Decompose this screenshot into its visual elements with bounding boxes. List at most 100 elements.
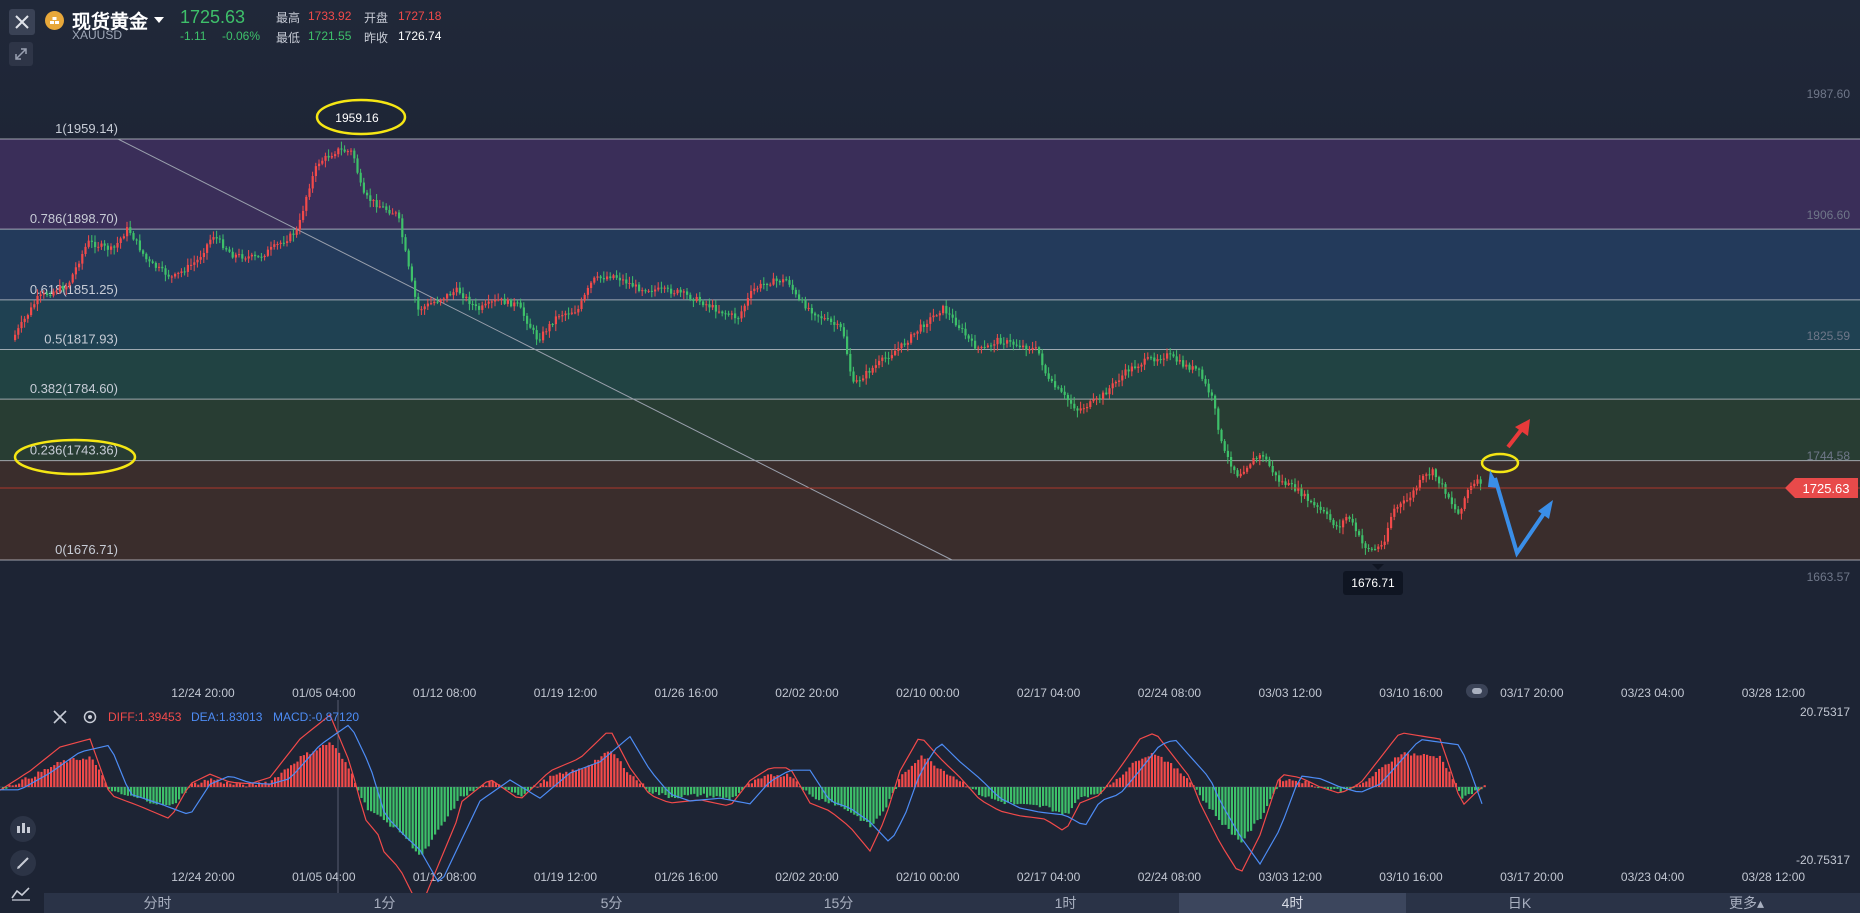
candle-body (1079, 408, 1082, 411)
period-tab[interactable]: 5分 (498, 893, 725, 913)
candle-body (554, 316, 557, 325)
draw-tool-button[interactable] (10, 850, 36, 876)
collapse-button[interactable] (9, 42, 33, 66)
candle-body (1284, 481, 1287, 485)
high-marker-label: 1959.16 (335, 111, 379, 125)
macd-histogram-bar (1141, 758, 1144, 787)
close-chart-button[interactable] (9, 9, 35, 35)
macd-histogram-bar (549, 775, 552, 787)
candle-body (884, 357, 887, 359)
macd-histogram-bar (757, 778, 760, 787)
macd-histogram-bar (392, 787, 395, 828)
macd-histogram-bar (690, 787, 693, 795)
candle-body (878, 360, 881, 366)
candle-body (967, 335, 970, 339)
candle-body (548, 323, 551, 332)
candle-body (1287, 483, 1290, 485)
candle-body (87, 240, 90, 247)
candle-body (810, 307, 813, 314)
indicator-settings-icon[interactable] (82, 709, 98, 725)
candle-body (1473, 483, 1476, 487)
candle-body (836, 323, 839, 325)
macd-histogram-bar (302, 755, 305, 787)
candle-body (321, 160, 324, 164)
chevron-down-icon[interactable] (153, 16, 165, 24)
macd-histogram-bar (421, 787, 424, 855)
high-label: 最高 (276, 11, 301, 25)
indicator-tool-button[interactable] (10, 816, 36, 842)
candle-body (465, 296, 468, 298)
macd-histogram-bar (178, 787, 181, 800)
candle-body (1374, 549, 1377, 551)
candle-body (689, 294, 692, 300)
fib-zone (0, 229, 1860, 300)
candle-body (551, 323, 554, 325)
price-chart[interactable]: 1(1959.14) 0.786(1898.70) 0.618(1851.25) 0.… (0, 0, 1860, 913)
period-tab[interactable]: 15分 (725, 893, 952, 913)
macd-histogram-bar (1160, 756, 1163, 787)
candle-body (1290, 483, 1293, 485)
macd-histogram-bar (1019, 787, 1022, 804)
candle-body (337, 148, 340, 155)
candle-body (942, 305, 945, 314)
candle-body (1124, 369, 1127, 376)
candle-body (84, 246, 87, 255)
macd-histogram-bar (626, 772, 629, 787)
candle-body (135, 239, 138, 241)
scroll-handle-grip (1472, 688, 1482, 694)
candle-body (564, 313, 567, 316)
period-tab[interactable]: 4时 (1179, 893, 1406, 913)
macd-histogram-bar (280, 772, 283, 787)
macd-histogram-bar (485, 785, 488, 787)
candle-body (1428, 474, 1431, 476)
line-tool-button[interactable] (10, 886, 36, 906)
macd-histogram-bar (722, 787, 725, 799)
candle-body (983, 346, 986, 348)
macd-histogram-bar (805, 787, 808, 791)
time-axis-label: 02/02 20:00 (775, 870, 839, 884)
time-axis-label: 03/17 20:00 (1500, 870, 1564, 884)
macd-histogram-bar (1301, 783, 1304, 787)
candle-body (1006, 340, 1009, 344)
candle-body (1306, 493, 1309, 501)
price-axis-label: 1906.60 (1807, 208, 1851, 222)
candle-body (622, 279, 625, 281)
period-tab[interactable]: 日K (1406, 893, 1633, 913)
period-tab[interactable]: 1时 (952, 893, 1179, 913)
candle-body (65, 286, 68, 290)
candle-body (734, 313, 737, 319)
macd-histogram-bar (1464, 787, 1467, 796)
macd-histogram-bar (1374, 771, 1377, 787)
macd-histogram-bar (446, 787, 449, 817)
macd-histogram-bar (411, 787, 414, 849)
candle-body (874, 365, 877, 368)
period-tab[interactable]: 1分 (271, 893, 498, 913)
candle-body (1342, 520, 1345, 528)
low-label: 最低 (276, 31, 301, 45)
candle-body (1114, 381, 1117, 384)
candle-body (1185, 364, 1188, 367)
macd-histogram-bar (981, 787, 984, 797)
macd-histogram-bar (1083, 787, 1086, 797)
candle-body (362, 182, 365, 193)
candle-body (423, 306, 426, 310)
close-indicator-icon[interactable] (52, 709, 68, 725)
period-tabs: 分时 1分 5分 15分 1时 4时 日K 更多▴ (44, 893, 1860, 913)
candle-body (462, 293, 465, 298)
candle-body (609, 276, 612, 279)
macd-histogram-bar (952, 776, 955, 787)
candle-body (1380, 545, 1383, 547)
candle-body (417, 296, 420, 310)
macd-histogram-bar (427, 787, 430, 847)
macd-histogram-bar (1093, 787, 1096, 795)
candle-body (990, 345, 993, 347)
macd-histogram-bar (1208, 787, 1211, 810)
period-tab[interactable]: 分时 (44, 893, 271, 913)
macd-histogram-bar (254, 785, 257, 787)
period-tab[interactable]: 更多▴ (1633, 893, 1860, 913)
macd-histogram-bar (1278, 779, 1281, 787)
macd-histogram-bar (888, 787, 891, 799)
macd-histogram-bar (786, 773, 789, 787)
macd-histogram-bar (1010, 787, 1013, 803)
candle-body (234, 254, 237, 258)
